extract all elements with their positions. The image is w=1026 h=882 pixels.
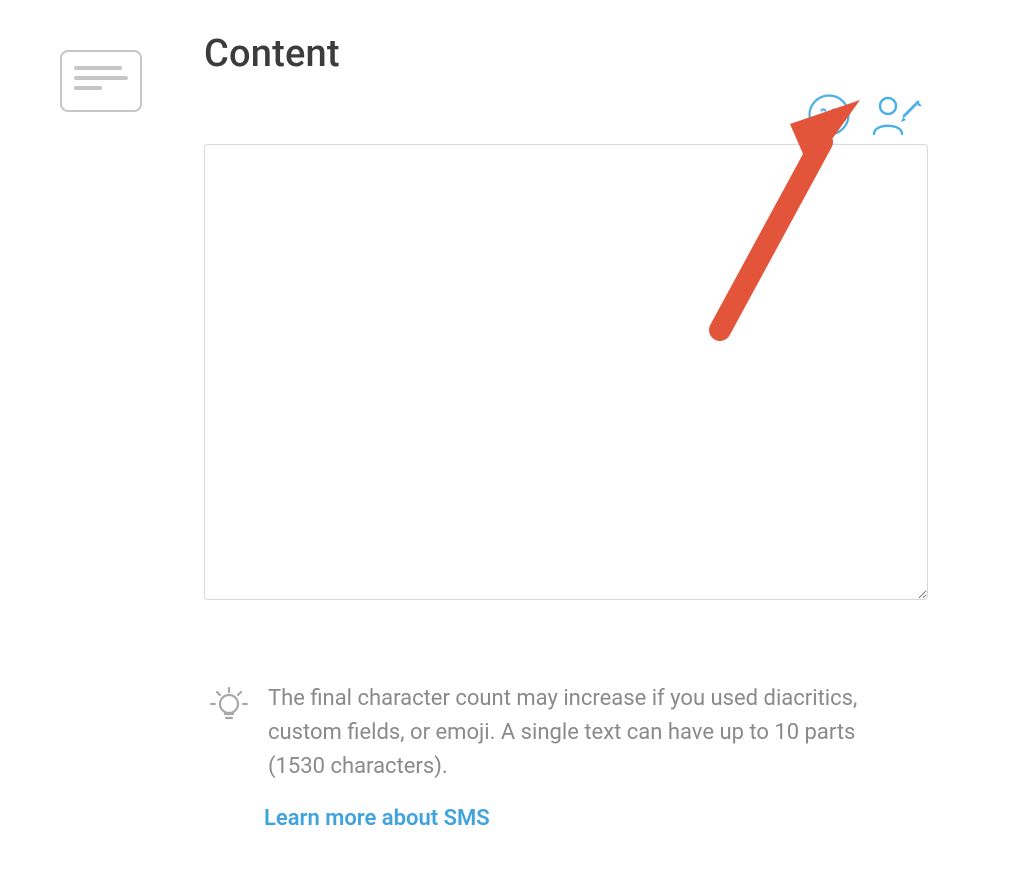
emoji-picker-button[interactable] — [808, 94, 850, 136]
learn-more-link[interactable]: Learn more about SMS — [264, 806, 490, 831]
personalize-button[interactable] — [870, 94, 924, 136]
content-textarea[interactable] — [204, 144, 928, 600]
document-icon — [60, 50, 142, 112]
hint-row: The final character count may increase i… — [204, 682, 928, 784]
hint-text: The final character count may increase i… — [268, 682, 908, 784]
lightbulb-icon — [208, 684, 250, 730]
section-title: Content — [204, 32, 928, 76]
editor-toolbar — [204, 94, 928, 136]
